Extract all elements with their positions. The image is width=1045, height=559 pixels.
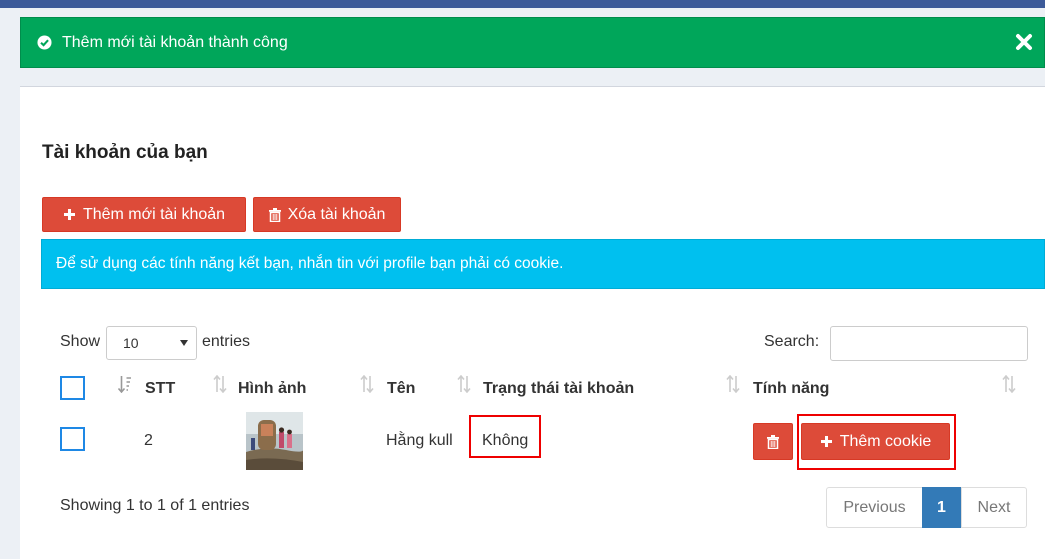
col-header-stt[interactable]: STT bbox=[145, 380, 175, 398]
search-input[interactable] bbox=[830, 326, 1028, 361]
sort-both-icon[interactable] bbox=[213, 375, 227, 393]
pagination-current-label: 1 bbox=[937, 498, 946, 516]
alert-message: Thêm mới tài khoản thành công bbox=[62, 33, 288, 51]
table-info: Showing 1 to 1 of 1 entries bbox=[60, 497, 250, 514]
search-label: Search: bbox=[764, 333, 820, 350]
add-account-button[interactable]: Thêm mới tài khoản bbox=[42, 197, 246, 232]
close-icon[interactable] bbox=[1014, 31, 1034, 53]
row-delete-button[interactable] bbox=[753, 423, 793, 460]
entries-select[interactable]: 10 bbox=[106, 326, 197, 360]
delete-account-button[interactable]: Xóa tài khoản bbox=[253, 197, 401, 232]
page-title: Tài khoản của bạn bbox=[42, 142, 208, 163]
col-header-status[interactable]: Trạng thái tài khoản bbox=[483, 380, 634, 398]
pagination-next[interactable]: Next bbox=[961, 487, 1027, 528]
top-nav-bar bbox=[0, 0, 1045, 8]
col-header-image[interactable]: Hình ảnh bbox=[238, 380, 306, 398]
row-status: Không bbox=[482, 432, 529, 449]
delete-account-label: Xóa tài khoản bbox=[287, 205, 386, 223]
add-cookie-button[interactable]: Thêm cookie bbox=[801, 423, 950, 460]
sort-asc-icon[interactable] bbox=[118, 375, 132, 393]
sort-both-icon[interactable] bbox=[1002, 375, 1016, 393]
row-stt: 2 bbox=[144, 432, 153, 449]
cookie-info-callout: Để sử dụng các tính năng kết bạn, nhắn t… bbox=[41, 239, 1045, 289]
col-header-name[interactable]: Tên bbox=[387, 380, 415, 398]
entries-label: entries bbox=[202, 333, 251, 350]
add-cookie-label: Thêm cookie bbox=[839, 432, 932, 450]
pagination-previous-label: Previous bbox=[843, 498, 906, 516]
select-all-checkbox[interactable] bbox=[60, 376, 85, 400]
success-alert: Thêm mới tài khoản thành công bbox=[20, 17, 1045, 68]
pagination-next-label: Next bbox=[977, 498, 1011, 516]
col-header-features[interactable]: Tính năng bbox=[753, 380, 829, 398]
entries-select-value: 10 bbox=[123, 335, 139, 351]
row-checkbox[interactable] bbox=[60, 427, 85, 451]
info-message: Để sử dụng các tính năng kết bạn, nhắn t… bbox=[56, 255, 564, 272]
sort-both-icon[interactable] bbox=[360, 375, 374, 393]
plus-icon bbox=[820, 436, 832, 447]
pagination-previous[interactable]: Previous bbox=[826, 487, 923, 528]
sort-both-icon[interactable] bbox=[457, 375, 471, 393]
add-account-label: Thêm mới tài khoản bbox=[82, 205, 226, 223]
profile-avatar bbox=[246, 412, 303, 470]
sort-both-icon[interactable] bbox=[726, 375, 740, 393]
plus-icon bbox=[63, 209, 75, 220]
pagination-page-1[interactable]: 1 bbox=[922, 487, 961, 528]
check-circle-icon bbox=[37, 35, 52, 50]
row-name: Hằng kull bbox=[386, 432, 453, 449]
show-label: Show bbox=[60, 333, 101, 350]
accounts-card: Tài khoản của bạn Thêm mới tài khoản Xóa… bbox=[20, 86, 1045, 559]
trash-icon bbox=[268, 207, 281, 222]
caret-down-icon bbox=[180, 340, 188, 346]
trash-icon bbox=[767, 434, 779, 449]
